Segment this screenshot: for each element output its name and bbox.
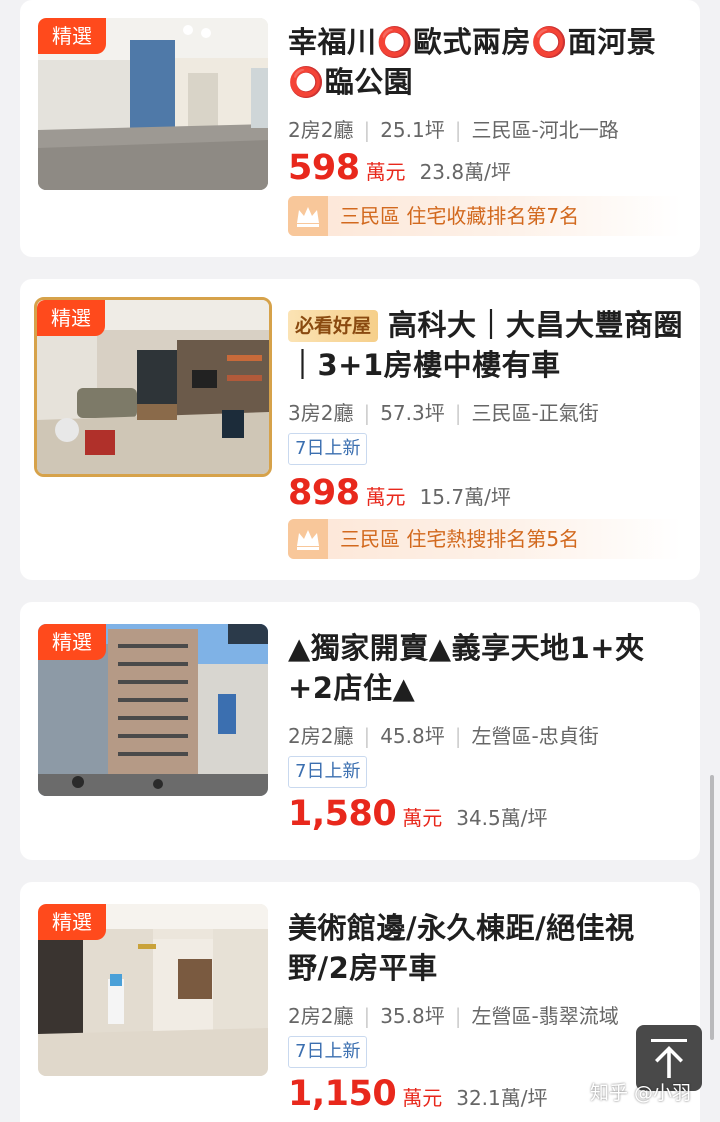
listing-title[interactable]: 美術館邊/永久棟距/絕佳視野/2房平車 <box>288 908 688 988</box>
new-listing-tag: 7日上新 <box>288 756 368 788</box>
divider: | <box>363 401 371 425</box>
location: 三民區-正氣街 <box>471 401 599 425</box>
listing-title[interactable]: 幸福川⭕️歐式兩房⭕️面河景⭕️臨公園 <box>288 22 688 102</box>
arrow-up-icon <box>651 1039 687 1078</box>
listing-photo[interactable]: 精選 <box>38 624 268 796</box>
room-layout: 2房2廳 <box>288 118 354 142</box>
crown-icon <box>288 519 328 559</box>
listing-card[interactable]: 精選 幸福川⭕️歐式兩房⭕️面河景⭕️臨公園 2房2廳 | 25.1坪 | 三民區-河北… <box>20 0 700 257</box>
divider: | <box>454 401 462 425</box>
price-unit: 萬元 <box>402 1086 443 1110</box>
divider: | <box>454 724 462 748</box>
price-per-ping: 15.7萬/坪 <box>419 485 511 509</box>
listing-title[interactable]: 必看好屋 高科大｜大昌大豐商圈｜3+1房樓中樓有車 <box>288 305 688 385</box>
location: 左營區-忠貞街 <box>471 724 599 748</box>
price-value: 898 <box>288 473 360 513</box>
divider: | <box>454 1004 462 1028</box>
new-listing-tag: 7日上新 <box>288 1036 368 1068</box>
location: 三民區-河北一路 <box>471 118 619 142</box>
listing-photo[interactable]: 精選 <box>38 904 268 1076</box>
listing-meta: 2房2廳 | 45.8坪 | 左營區-忠貞街 <box>288 720 599 749</box>
room-layout: 2房2廳 <box>288 724 354 748</box>
price-per-ping: 34.5萬/坪 <box>456 806 548 830</box>
room-layout: 2房2廳 <box>288 1004 354 1028</box>
price-value: 1,150 <box>288 1074 397 1114</box>
listing-title[interactable]: ▲獨家開賣▲義享天地1+夾+2店住▲ <box>288 628 688 708</box>
floor-area: 45.8坪 <box>380 724 445 748</box>
price-line: 898 萬元 15.7萬/坪 <box>288 473 511 513</box>
divider: | <box>454 118 462 142</box>
floor-area: 25.1坪 <box>380 118 445 142</box>
featured-badge: 精選 <box>38 904 106 940</box>
ranking-banner[interactable]: 三民區 住宅收藏排名第7名 <box>288 196 682 236</box>
price-per-ping: 32.1萬/坪 <box>456 1086 548 1110</box>
room-layout: 3房2廳 <box>288 401 354 425</box>
price-line: 1,580 萬元 34.5萬/坪 <box>288 794 548 834</box>
listing-meta: 2房2廳 | 25.1坪 | 三民區-河北一路 <box>288 114 619 143</box>
featured-badge: 精選 <box>38 624 106 660</box>
price-value: 1,580 <box>288 794 397 834</box>
listing-meta: 3房2廳 | 57.3坪 | 三民區-正氣街 <box>288 397 599 426</box>
floor-area: 57.3坪 <box>380 401 445 425</box>
location: 左營區-翡翠流域 <box>471 1004 619 1028</box>
price-unit: 萬元 <box>365 160 406 184</box>
price-unit: 萬元 <box>402 806 443 830</box>
featured-badge: 精選 <box>38 18 106 54</box>
featured-badge: 精選 <box>37 300 105 336</box>
listing-card[interactable]: 精選 必看好屋 高科大｜大昌大豐商圈｜3+1房樓中樓有車 3房2廳 | 57.3坪 | 三… <box>20 279 700 580</box>
price-per-ping: 23.8萬/坪 <box>419 160 511 184</box>
listing-card[interactable]: 精選 ▲獨家開賣▲義享天地1+夾+2店住▲ 2房2廳 | 45.8坪 | 左營區-忠貞街… <box>20 602 700 860</box>
floor-area: 35.8坪 <box>380 1004 445 1028</box>
crown-icon <box>288 196 328 236</box>
listing-photo[interactable]: 精選 <box>34 297 272 477</box>
price-value: 598 <box>288 148 360 188</box>
new-listing-tag: 7日上新 <box>288 433 368 465</box>
price-line: 1,150 萬元 32.1萬/坪 <box>288 1074 548 1114</box>
ranking-text: 三民區 住宅熱搜排名第5名 <box>340 527 580 551</box>
divider: | <box>363 724 371 748</box>
ranking-banner[interactable]: 三民區 住宅熱搜排名第5名 <box>288 519 682 559</box>
price-unit: 萬元 <box>365 485 406 509</box>
divider: | <box>363 1004 371 1028</box>
scrollbar[interactable] <box>710 775 714 1040</box>
watermark: 知乎 @小羽 <box>590 1082 692 1104</box>
listing-photo[interactable]: 精選 <box>38 18 268 190</box>
must-see-badge: 必看好屋 <box>288 310 379 342</box>
ranking-text: 三民區 住宅收藏排名第7名 <box>340 204 580 228</box>
divider: | <box>363 118 371 142</box>
listing-meta: 2房2廳 | 35.8坪 | 左營區-翡翠流域 <box>288 1000 619 1029</box>
price-line: 598 萬元 23.8萬/坪 <box>288 148 511 188</box>
